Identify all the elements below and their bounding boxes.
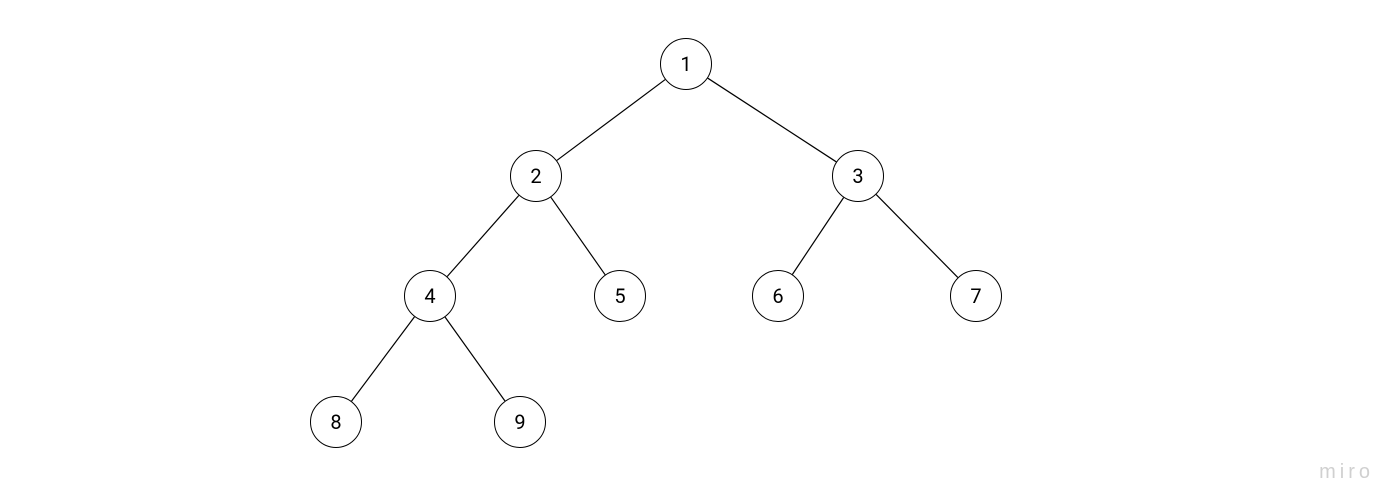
tree-node-label: 1 bbox=[680, 52, 691, 76]
tree-edge bbox=[876, 195, 958, 278]
tree-edge bbox=[557, 80, 665, 161]
tree-edge bbox=[445, 317, 505, 401]
tree-node-label: 3 bbox=[852, 164, 863, 188]
tree-edge bbox=[792, 198, 843, 275]
tree-node: 7 bbox=[950, 270, 1002, 322]
tree-node-label: 6 bbox=[772, 284, 783, 308]
tree-node-label: 5 bbox=[614, 284, 625, 308]
tree-node-label: 4 bbox=[424, 284, 435, 308]
tree-edge bbox=[447, 195, 519, 276]
tree-node: 9 bbox=[494, 396, 546, 448]
tree-node: 2 bbox=[510, 150, 562, 202]
tree-node-label: 8 bbox=[330, 410, 341, 434]
watermark-logo: miro bbox=[1319, 461, 1374, 484]
tree-edge bbox=[551, 197, 605, 274]
tree-node: 6 bbox=[752, 270, 804, 322]
tree-node: 5 bbox=[594, 270, 646, 322]
tree-edge bbox=[708, 78, 836, 162]
tree-node: 4 bbox=[404, 270, 456, 322]
tree-node: 3 bbox=[832, 150, 884, 202]
tree-node-label: 2 bbox=[530, 164, 541, 188]
tree-node: 8 bbox=[310, 396, 362, 448]
tree-node: 1 bbox=[660, 38, 712, 90]
tree-diagram: 1 2 3 4 5 6 7 8 9 bbox=[0, 0, 1400, 502]
tree-edge bbox=[352, 317, 415, 401]
tree-node-label: 7 bbox=[970, 284, 981, 308]
tree-node-label: 9 bbox=[514, 410, 525, 434]
